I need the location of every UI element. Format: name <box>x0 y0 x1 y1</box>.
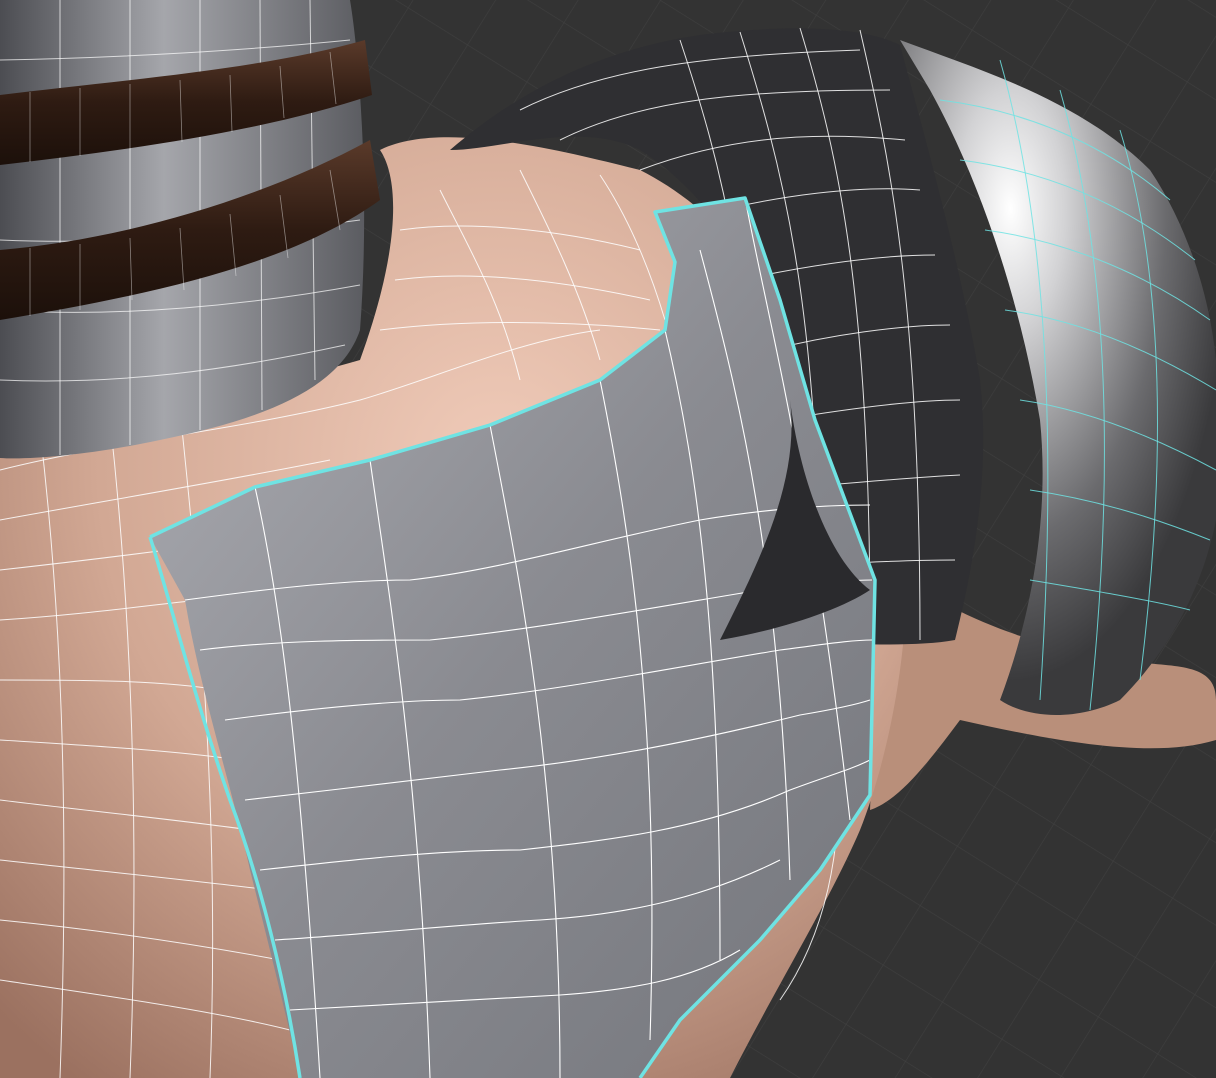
3d-viewport[interactable] <box>0 0 1216 1078</box>
viewport-canvas[interactable] <box>0 0 1216 1078</box>
